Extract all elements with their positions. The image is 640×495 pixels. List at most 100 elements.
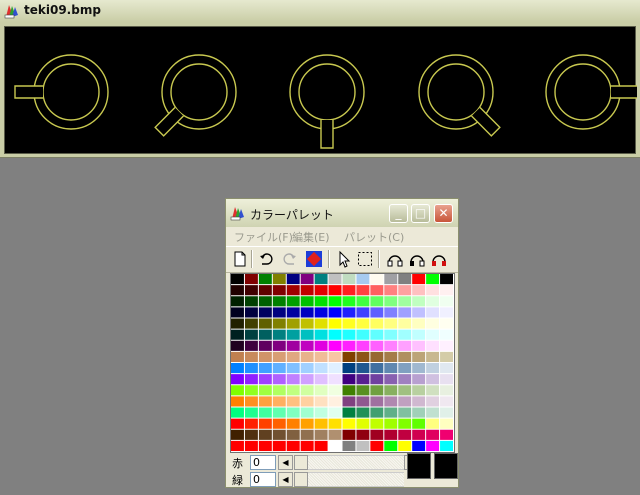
palette-swatch[interactable]	[440, 429, 453, 440]
palette-swatch[interactable]	[244, 396, 258, 407]
palette-swatch[interactable]	[286, 329, 300, 340]
palette-swatch[interactable]	[412, 351, 426, 363]
palette-swatch[interactable]	[314, 363, 328, 374]
red-slider-thumb[interactable]	[294, 455, 308, 470]
palette-swatch[interactable]	[244, 385, 258, 396]
gradient-2-icon[interactable]	[408, 250, 426, 268]
palette-swatch[interactable]	[258, 329, 272, 340]
palette-swatch[interactable]	[412, 396, 426, 407]
palette-swatch[interactable]	[412, 385, 426, 396]
palette-swatch[interactable]	[244, 274, 258, 285]
palette-swatch[interactable]	[356, 407, 370, 418]
palette-swatch[interactable]	[356, 374, 370, 385]
palette-swatch[interactable]	[258, 274, 272, 285]
palette-swatch[interactable]	[440, 340, 453, 351]
palette-swatch[interactable]	[398, 385, 412, 396]
minimize-button[interactable]: _	[389, 204, 408, 223]
palette-swatch[interactable]	[342, 274, 356, 285]
palette-swatch[interactable]	[231, 285, 244, 296]
palette-swatch[interactable]	[300, 429, 314, 440]
palette-swatch[interactable]	[370, 318, 384, 329]
palette-swatch[interactable]	[272, 274, 286, 285]
palette-swatch[interactable]	[426, 340, 440, 351]
palette-swatch[interactable]	[231, 318, 244, 329]
palette-swatch[interactable]	[384, 285, 398, 296]
palette-swatch[interactable]	[356, 385, 370, 396]
palette-swatch[interactable]	[244, 418, 258, 429]
palette-swatch[interactable]	[328, 385, 342, 396]
new-icon[interactable]	[231, 250, 249, 268]
palette-swatch[interactable]	[398, 285, 412, 296]
palette-swatch[interactable]	[440, 396, 453, 407]
palette-swatch[interactable]	[244, 374, 258, 385]
palette-swatch[interactable]	[314, 374, 328, 385]
palette-swatch[interactable]	[426, 285, 440, 296]
palette-swatch[interactable]	[272, 429, 286, 440]
palette-swatch[interactable]	[286, 385, 300, 396]
palette-swatch[interactable]	[426, 440, 440, 452]
palette-swatch[interactable]	[342, 351, 356, 363]
palette-swatch[interactable]	[384, 307, 398, 318]
palette-swatch[interactable]	[384, 363, 398, 374]
red-scroll-left-button[interactable]: ◀	[278, 455, 293, 470]
palette-swatch[interactable]	[300, 418, 314, 429]
palette-swatch[interactable]	[231, 396, 244, 407]
palette-swatch[interactable]	[342, 329, 356, 340]
palette-swatch[interactable]	[328, 296, 342, 307]
palette-swatch[interactable]	[300, 363, 314, 374]
palette-swatch[interactable]	[231, 274, 244, 285]
palette-swatch[interactable]	[426, 329, 440, 340]
palette-swatch[interactable]	[440, 351, 453, 363]
gradient-1-icon[interactable]	[386, 250, 404, 268]
palette-swatch[interactable]	[398, 296, 412, 307]
palette-swatch[interactable]	[342, 429, 356, 440]
palette-swatch[interactable]	[440, 329, 453, 340]
palette-swatch[interactable]	[328, 418, 342, 429]
select-rect-icon[interactable]	[356, 250, 374, 268]
palette-swatch[interactable]	[342, 340, 356, 351]
palette-swatch[interactable]	[398, 363, 412, 374]
palette-swatch[interactable]	[384, 296, 398, 307]
palette-swatch[interactable]	[272, 385, 286, 396]
palette-swatch[interactable]	[370, 285, 384, 296]
palette-swatch[interactable]	[398, 340, 412, 351]
palette-swatch[interactable]	[272, 285, 286, 296]
pointer-icon[interactable]	[335, 250, 353, 268]
menu-palette[interactable]: パレット(C)	[344, 229, 404, 245]
palette-swatch[interactable]	[398, 407, 412, 418]
palette-swatch[interactable]	[426, 407, 440, 418]
palette-swatch[interactable]	[356, 429, 370, 440]
palette-swatch[interactable]	[300, 274, 314, 285]
palette-swatch[interactable]	[286, 318, 300, 329]
palette-swatch[interactable]	[440, 363, 453, 374]
color-palette-grid[interactable]	[230, 273, 455, 453]
palette-swatch[interactable]	[286, 440, 300, 452]
palette-swatch[interactable]	[342, 396, 356, 407]
palette-swatch[interactable]	[328, 274, 342, 285]
palette-swatch[interactable]	[384, 385, 398, 396]
palette-swatch[interactable]	[272, 340, 286, 351]
palette-swatch[interactable]	[412, 285, 426, 296]
palette-swatch[interactable]	[314, 274, 328, 285]
palette-swatch[interactable]	[384, 429, 398, 440]
menu-edit[interactable]: 編集(E)	[292, 229, 330, 245]
palette-swatch[interactable]	[356, 340, 370, 351]
palette-swatch[interactable]	[370, 385, 384, 396]
palette-swatch[interactable]	[412, 363, 426, 374]
redo-icon[interactable]	[280, 250, 298, 268]
palette-swatch[interactable]	[370, 418, 384, 429]
palette-swatch[interactable]	[328, 440, 342, 452]
palette-swatch[interactable]	[231, 296, 244, 307]
palette-swatch[interactable]	[258, 440, 272, 452]
palette-swatch[interactable]	[412, 374, 426, 385]
gradient-3-icon[interactable]	[430, 250, 448, 268]
palette-swatch[interactable]	[286, 396, 300, 407]
palette-swatch[interactable]	[286, 274, 300, 285]
palette-swatch[interactable]	[328, 340, 342, 351]
palette-swatch[interactable]	[370, 429, 384, 440]
image-window-titlebar[interactable]: teki09.bmp	[0, 0, 640, 22]
palette-swatch[interactable]	[342, 385, 356, 396]
palette-swatch[interactable]	[328, 396, 342, 407]
palette-swatch[interactable]	[412, 340, 426, 351]
palette-swatch[interactable]	[370, 307, 384, 318]
